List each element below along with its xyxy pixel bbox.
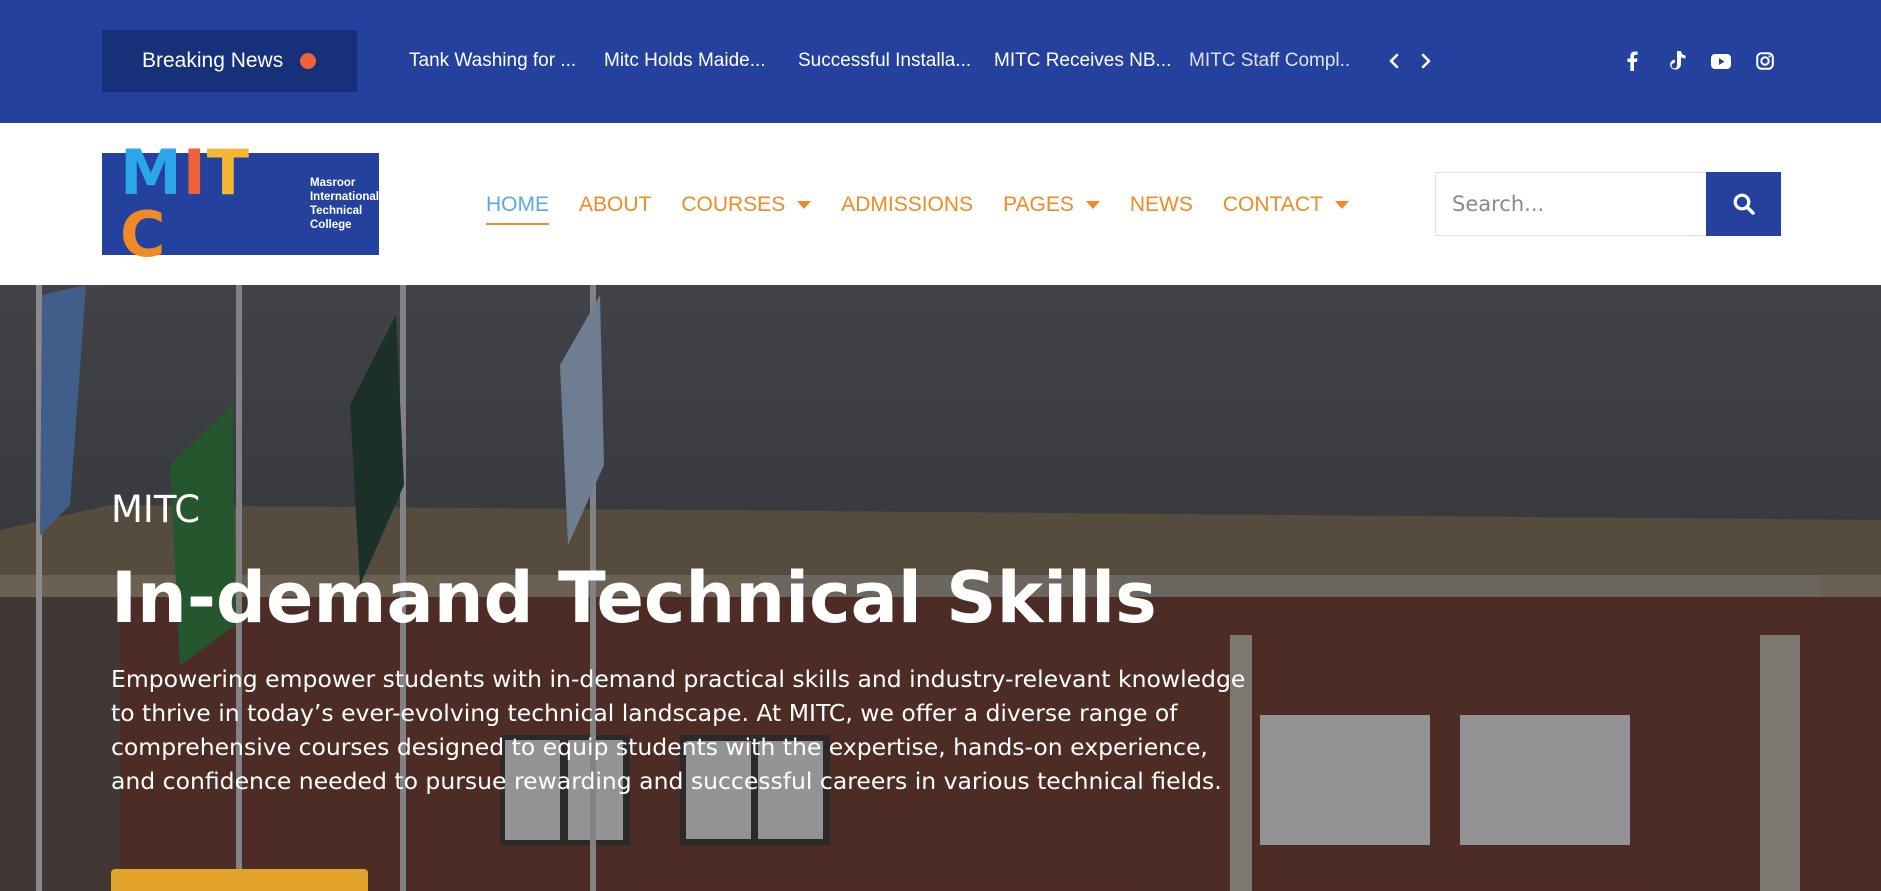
logo-letter: C — [120, 198, 167, 271]
tiktok-icon[interactable] — [1664, 48, 1690, 74]
ticker-item[interactable]: MITC Receives NB... — [994, 46, 1189, 76]
caret-down-icon — [797, 201, 812, 209]
caret-down-icon — [1334, 201, 1349, 209]
facebook-icon[interactable] — [1619, 48, 1645, 74]
nav-about[interactable]: ABOUT — [579, 189, 651, 221]
nav-label: ABOUT — [579, 193, 652, 216]
nav-label: PAGES — [1003, 193, 1074, 216]
hero-kicker: MITC — [111, 488, 201, 531]
live-dot-icon — [300, 53, 316, 69]
nav-label: CONTACT — [1222, 193, 1323, 216]
logo-subtitle-line: College — [309, 219, 352, 231]
instagram-icon[interactable] — [1752, 48, 1778, 74]
main-nav: HOME ABOUT COURSES ADMISSIONS PAGES NEWS… — [486, 189, 1379, 225]
ticker-item[interactable]: Mitc Holds Maide... — [604, 46, 798, 76]
nav-admissions[interactable]: ADMISSIONS — [841, 189, 973, 221]
site-header: MITC Masroor International Technical Col… — [0, 123, 1881, 285]
search-input[interactable] — [1435, 172, 1706, 236]
news-ticker: Tank Washing for ... Mitc Holds Maide...… — [409, 46, 1349, 76]
nav-news[interactable]: NEWS — [1130, 189, 1193, 221]
search-form — [1435, 172, 1781, 236]
chevron-left-icon[interactable] — [1384, 48, 1404, 74]
nav-label: COURSES — [681, 193, 786, 216]
logo-letter: T — [206, 136, 251, 209]
chevron-right-icon[interactable] — [1416, 48, 1436, 74]
hero-banner: MITC In-demand Technical Skills Empoweri… — [0, 285, 1881, 891]
nav-contact[interactable]: CONTACT — [1223, 189, 1349, 221]
nav-label: HOME — [486, 193, 549, 216]
top-news-bar: Breaking News Tank Washing for ... Mitc … — [0, 0, 1881, 123]
logo-wordmark: MITC — [120, 142, 294, 266]
hero-cta-button[interactable] — [111, 869, 368, 891]
caret-down-icon — [1085, 201, 1100, 209]
nav-courses[interactable]: COURSES — [681, 189, 812, 221]
logo-subtitle: Masroor International Technical College — [310, 176, 379, 232]
ticker-item[interactable]: MITC Staff Compl... — [1189, 46, 1349, 76]
hero-description: Empowering empower students with in-dema… — [111, 665, 1246, 795]
nav-pages[interactable]: PAGES — [1003, 189, 1100, 221]
logo-letter: I — [182, 136, 207, 209]
nav-label: ADMISSIONS — [841, 193, 974, 216]
logo-subtitle-line: Masroor — [309, 177, 356, 189]
breaking-news-badge: Breaking News — [102, 30, 357, 92]
nav-label: NEWS — [1129, 193, 1193, 216]
logo-letter: M — [120, 136, 183, 209]
ticker-item[interactable]: Tank Washing for ... — [409, 46, 604, 76]
ticker-item[interactable]: Successful Installa... — [798, 46, 994, 76]
breaking-news-label: Breaking News — [142, 49, 284, 72]
nav-home[interactable]: HOME — [486, 189, 549, 225]
logo-subtitle-line: Technical — [309, 205, 363, 217]
site-logo[interactable]: MITC Masroor International Technical Col… — [102, 142, 379, 266]
search-icon — [1733, 193, 1755, 215]
hero-title: In-demand Technical Skills — [111, 557, 1157, 639]
logo-subtitle-line: International — [309, 191, 379, 203]
search-button[interactable] — [1706, 172, 1781, 236]
youtube-icon[interactable] — [1708, 48, 1734, 74]
